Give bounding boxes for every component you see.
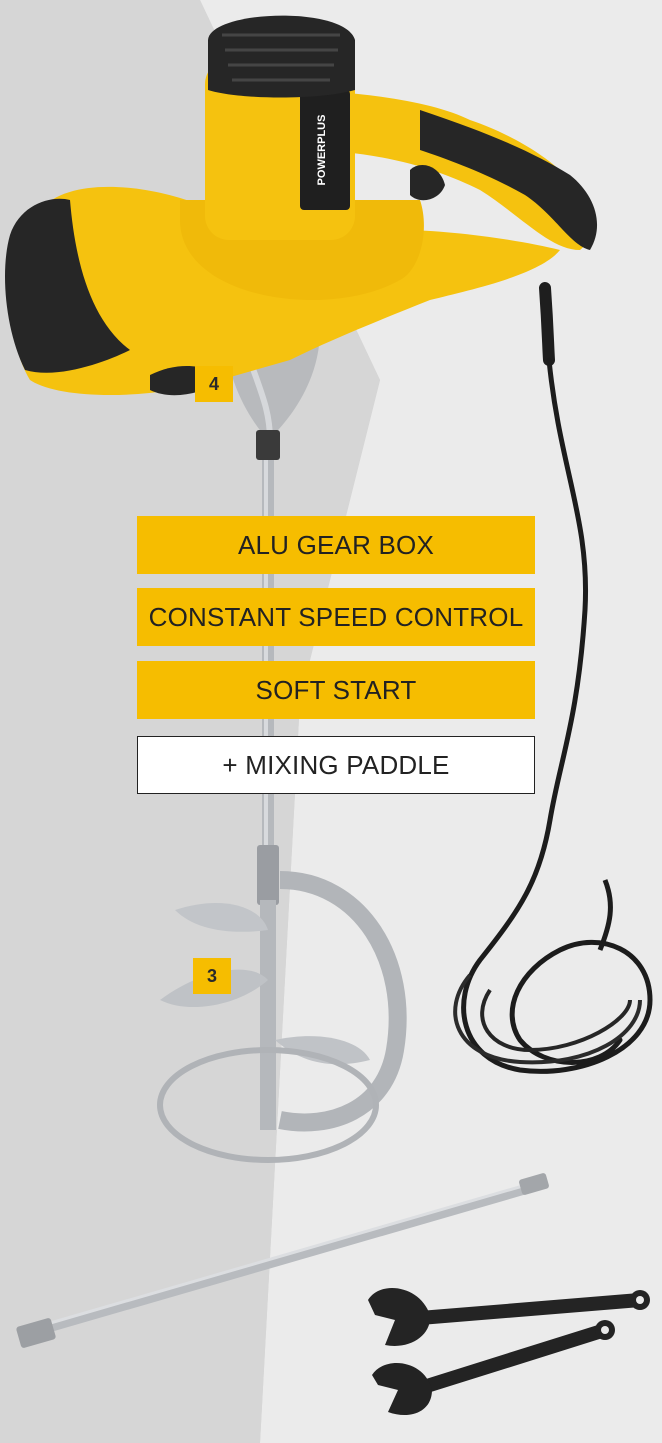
product-image-stage: POWERPLUS ALU GEAR BOX CONSTANT SPEED CO…: [0, 0, 662, 1443]
callout-badge-gearbox: 4: [195, 366, 233, 402]
product-label: POWERPLUS: [316, 115, 328, 186]
callout-badge-paddle: 3: [193, 958, 231, 994]
feature-label: SOFT START: [255, 674, 417, 705]
brand-label: POWERPLUS: [316, 115, 328, 186]
feature-mixing-paddle: + MIXING PADDLE: [137, 736, 535, 794]
feature-alu-gear-box: ALU GEAR BOX: [137, 516, 535, 574]
feature-label: ALU GEAR BOX: [237, 529, 435, 560]
feature-soft-start: SOFT START: [137, 661, 535, 719]
feature-constant-speed-control: CONSTANT SPEED CONTROL: [137, 588, 535, 646]
feature-label: CONSTANT SPEED CONTROL: [148, 601, 524, 632]
feature-label: + MIXING PADDLE: [222, 749, 450, 780]
